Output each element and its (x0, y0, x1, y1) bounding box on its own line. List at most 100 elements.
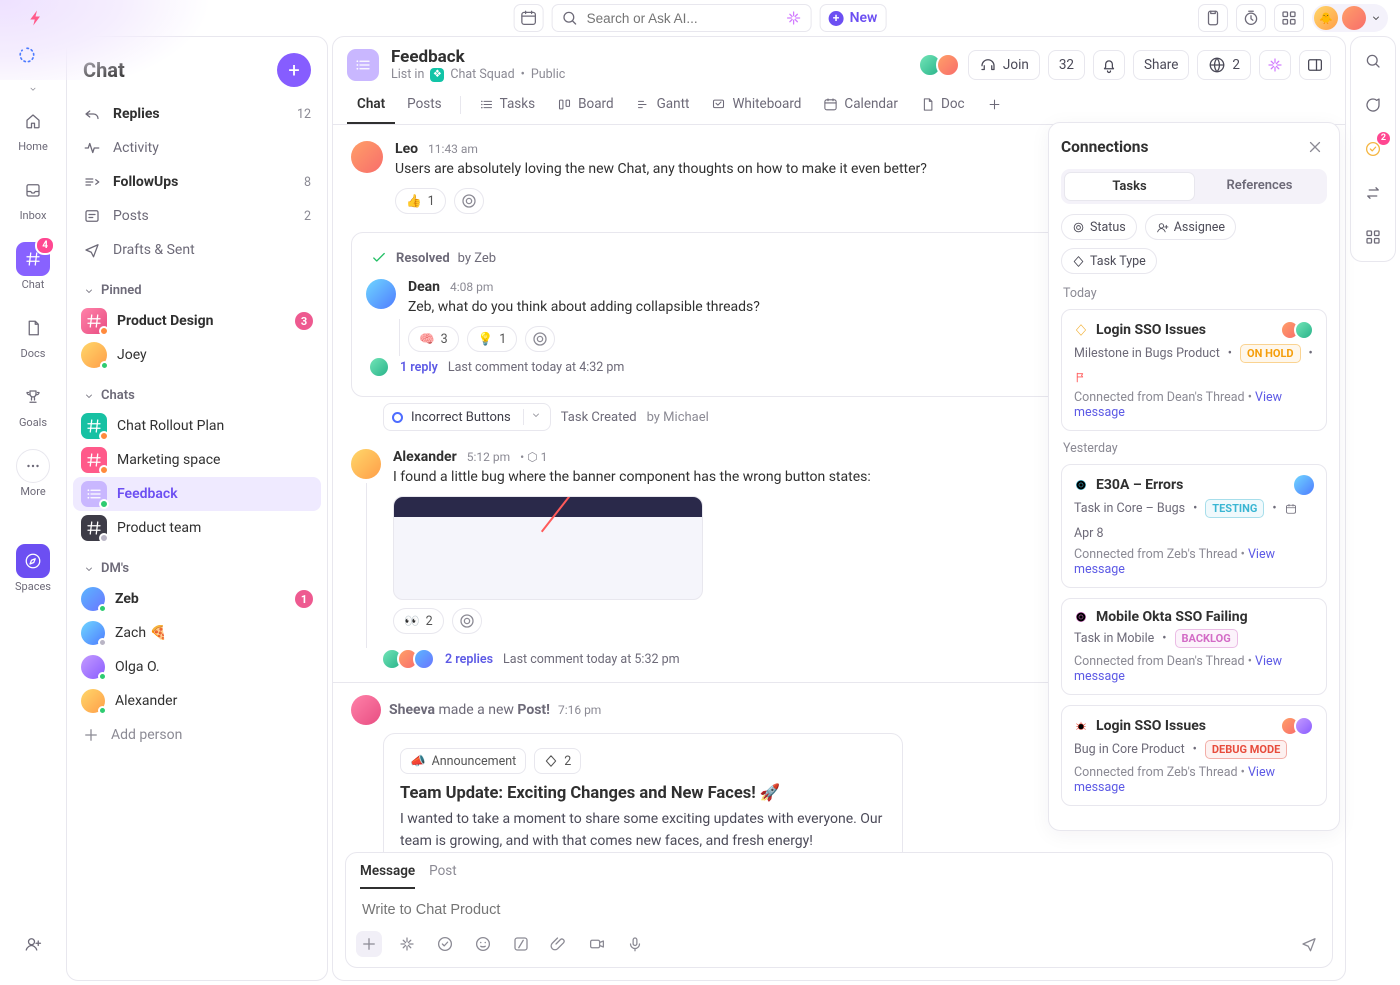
tab-whiteboard[interactable]: Whiteboard (701, 86, 811, 124)
add-reaction-button[interactable] (454, 188, 484, 214)
tray-apps[interactable] (1357, 221, 1389, 253)
sidebar-drafts[interactable]: Drafts & Sent (73, 233, 321, 267)
clipboard-button[interactable] (1198, 4, 1228, 32)
target-icon (1072, 221, 1085, 234)
composer-ai-button[interactable] (394, 931, 420, 957)
tab-chat[interactable]: Chat (347, 86, 395, 124)
tab-gantt[interactable]: Gantt (626, 86, 700, 124)
dm-zeb[interactable]: Zeb 1 (73, 582, 321, 616)
reaction-bulb[interactable]: 💡1 (467, 326, 518, 352)
conn-card-3[interactable]: Mobile Okta SSO Failing Task in Mobile•B… (1061, 598, 1327, 695)
tab-tasks[interactable]: Tasks (469, 86, 545, 124)
share-button[interactable]: Share (1133, 50, 1189, 80)
composer-input[interactable] (360, 901, 1318, 919)
sidebar-followups[interactable]: FollowUps 8 (73, 165, 321, 199)
reply-count-link[interactable]: 1 reply (400, 360, 438, 375)
breadcrumb-squad[interactable]: Chat Squad (450, 67, 514, 82)
tray-search[interactable] (1357, 45, 1389, 77)
add-view-button[interactable] (977, 87, 1012, 124)
image-attachment[interactable] (393, 496, 703, 600)
add-reaction-button[interactable] (525, 326, 555, 352)
add-person[interactable]: Add person (73, 718, 321, 752)
nav-invite[interactable] (7, 919, 59, 971)
new-button[interactable]: + New (820, 4, 887, 32)
search-bar[interactable] (552, 4, 812, 32)
member-count[interactable]: 32 (1048, 50, 1085, 80)
section-chats[interactable]: Chats (73, 372, 321, 409)
post-card[interactable]: 📣Announcement 2 Team Update: Exciting Ch… (383, 733, 903, 852)
search-input[interactable] (585, 10, 779, 27)
member-avatars[interactable] (918, 53, 960, 77)
post-title: Team Update: Exciting Changes and New Fa… (400, 784, 886, 803)
composer-tab-post[interactable]: Post (429, 863, 457, 889)
tab-posts[interactable]: Posts (397, 86, 451, 124)
profile-chip[interactable]: 🐥 (1312, 4, 1388, 32)
sidebar-replies[interactable]: Replies 12 (73, 97, 321, 131)
tab-board[interactable]: Board (547, 86, 624, 124)
reaction-eyes[interactable]: 👀2 (393, 608, 444, 634)
task-chip-chevron[interactable] (523, 409, 542, 425)
apps-grid-button[interactable] (1274, 4, 1304, 32)
tab-doc[interactable]: Doc (910, 86, 975, 124)
composer-attach-button[interactable] (546, 931, 572, 957)
section-dms[interactable]: DM's (73, 545, 321, 582)
conn-card-2[interactable]: E30A – Errors Task in Core – Bugs•TESTIN… (1061, 464, 1327, 588)
calendar-button[interactable] (514, 4, 544, 32)
join-button[interactable]: Join (968, 50, 1040, 80)
pinned-joey[interactable]: Joey (73, 338, 321, 372)
new-chat-button[interactable]: + (277, 53, 311, 87)
conn-card-1[interactable]: Login SSO Issues Milestone in Bugs Produ… (1061, 309, 1327, 431)
nav-inbox[interactable]: Inbox (7, 165, 59, 232)
filter-tasktype[interactable]: Task Type (1061, 248, 1157, 274)
sidebar-activity[interactable]: Activity (73, 131, 321, 165)
reply-count-link[interactable]: 2 replies (445, 652, 493, 667)
nav-chat[interactable]: Chat 4 (7, 234, 59, 301)
dm-olga[interactable]: Olga O. (73, 650, 321, 684)
composer-video-button[interactable] (584, 931, 610, 957)
conn-card-4[interactable]: Login SSO Issues Bug in Core Product•DEB… (1061, 705, 1327, 806)
timer-button[interactable] (1236, 4, 1266, 32)
composer-plus-button[interactable] (356, 931, 382, 957)
seg-references[interactable]: References (1195, 172, 1324, 201)
nav-goals[interactable]: Goals (7, 372, 59, 439)
ai-button[interactable] (1259, 50, 1291, 80)
sidebar-posts[interactable]: Posts 2 (73, 199, 321, 233)
nav-home[interactable]: Home (7, 96, 59, 163)
avatar (351, 695, 381, 725)
tray-chat[interactable] (1357, 89, 1389, 121)
dm-alexander[interactable]: Alexander (73, 684, 321, 718)
chat-product-team[interactable]: Product team (73, 511, 321, 545)
reaction-brain[interactable]: 🧠3 (408, 326, 459, 352)
task-chip[interactable]: Incorrect Buttons (383, 403, 551, 431)
composer-mic-button[interactable] (622, 931, 648, 957)
tray-swap[interactable] (1357, 177, 1389, 209)
composer-slash-button[interactable] (508, 931, 534, 957)
dm-zach[interactable]: Zach 🍕 (73, 616, 321, 650)
add-reaction-button[interactable] (452, 608, 482, 634)
close-button[interactable] (1303, 135, 1327, 159)
section-pinned[interactable]: Pinned (73, 267, 321, 304)
composer-task-button[interactable] (432, 931, 458, 957)
reaction-thumbs-up[interactable]: 👍1 (395, 188, 446, 214)
composer-emoji-button[interactable] (470, 931, 496, 957)
tag-attachments[interactable]: 2 (534, 748, 581, 774)
nav-docs[interactable]: Docs (7, 303, 59, 370)
pinned-product-design[interactable]: Product Design 3 (73, 304, 321, 338)
filter-assignee[interactable]: Assignee (1145, 214, 1236, 240)
chevron-down-icon[interactable] (28, 84, 38, 94)
watchers-button[interactable]: 2 (1197, 50, 1251, 80)
chat-marketing[interactable]: Marketing space (73, 443, 321, 477)
chat-feedback[interactable]: Feedback (73, 477, 321, 511)
tray-activity[interactable]: 2 (1357, 133, 1389, 165)
composer-tab-message[interactable]: Message (360, 863, 415, 889)
filter-status[interactable]: Status (1061, 214, 1137, 240)
chat-rollout[interactable]: Chat Rollout Plan (73, 409, 321, 443)
nav-more[interactable]: More (7, 441, 59, 508)
seg-tasks[interactable]: Tasks (1064, 172, 1195, 201)
notifications-button[interactable] (1093, 50, 1125, 80)
tab-calendar[interactable]: Calendar (813, 86, 908, 124)
composer-send-button[interactable] (1296, 931, 1322, 957)
toggle-panel-button[interactable] (1299, 50, 1331, 80)
nav-spaces[interactable]: Spaces (7, 536, 59, 603)
tag-announcement[interactable]: 📣Announcement (400, 748, 526, 774)
